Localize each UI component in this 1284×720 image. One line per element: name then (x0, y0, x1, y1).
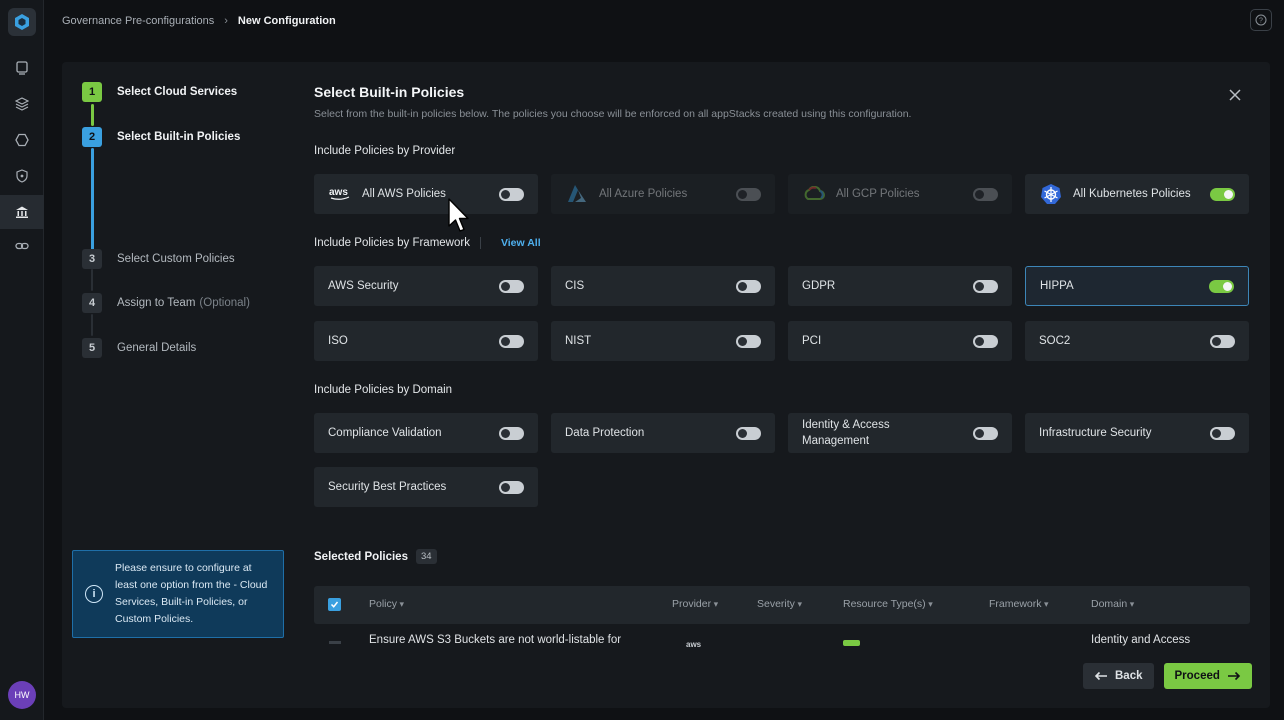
framework-card-soc2[interactable]: SOC2 (1025, 321, 1249, 361)
policies-content: Select Built-in Policies Select from the… (314, 62, 1254, 708)
step-assign-to-team[interactable]: 4 Assign to Team (Optional) (82, 293, 250, 313)
policies-table-header: Policy Provider Severity Resource Type(s… (314, 586, 1250, 624)
proceed-button[interactable]: Proceed (1163, 663, 1252, 689)
arrow-right-icon (1227, 671, 1241, 681)
table-row[interactable]: Ensure AWS S3 Buckets are not world-list… (314, 632, 1250, 648)
framework-card-aws-security[interactable]: AWS Security (314, 266, 538, 306)
breadcrumb-parent[interactable]: Governance Pre-configurations (62, 15, 214, 27)
toggle-data-protection[interactable] (736, 426, 761, 440)
gcp-logo-icon (802, 183, 826, 205)
provider-card-gcp[interactable]: All GCP Policies (788, 174, 1012, 214)
row-checkbox[interactable] (329, 641, 341, 644)
page-subtitle: Select from the built-in policies below.… (314, 108, 912, 120)
chevron-right-icon: › (224, 15, 228, 27)
toggle-soc2[interactable] (1210, 334, 1235, 348)
toggle-gdpr[interactable] (973, 279, 998, 293)
framework-card-hippa[interactable]: HIPPA (1025, 266, 1249, 306)
toggle-iso[interactable] (499, 334, 524, 348)
step-connector (91, 269, 93, 291)
page-title: Select Built-in Policies (314, 84, 465, 100)
kubernetes-logo-icon (1039, 183, 1063, 205)
provider-card-azure[interactable]: All Azure Policies (551, 174, 775, 214)
toggle-security-best-practices[interactable] (499, 480, 524, 494)
select-all-checkbox[interactable] (328, 598, 341, 611)
count-badge: 34 (415, 549, 437, 564)
shield-icon[interactable] (12, 166, 32, 186)
column-domain[interactable]: Domain (1091, 598, 1134, 610)
toggle-infrastructure-security[interactable] (1210, 426, 1235, 440)
info-icon: i (85, 585, 103, 603)
app-logo[interactable] (8, 8, 36, 36)
step-select-built-in-policies[interactable]: 2 Select Built-in Policies (82, 127, 240, 147)
row-policy: Ensure AWS S3 Buckets are not world-list… (369, 634, 622, 646)
aws-logo-icon: aws (328, 183, 352, 205)
aws-logo-icon: aws (686, 640, 702, 648)
step-general-details[interactable]: 5 General Details (82, 338, 196, 358)
svg-text:?: ? (1259, 18, 1263, 25)
breadcrumb-current: New Configuration (237, 15, 336, 27)
column-severity[interactable]: Severity (757, 598, 802, 610)
toggle-identity-access[interactable] (973, 426, 998, 440)
step-connector (91, 104, 94, 126)
step-connector (91, 148, 94, 260)
link-icon[interactable] (12, 236, 32, 256)
framework-section-title: Include Policies by Framework View All (314, 237, 541, 250)
back-button[interactable]: Back (1083, 663, 1154, 689)
column-policy[interactable]: Policy (369, 598, 404, 610)
wizard-footer: Back Proceed (1083, 663, 1252, 689)
framework-card-pci[interactable]: PCI (788, 321, 1012, 361)
toggle-aws-policies[interactable] (499, 187, 524, 201)
framework-card-nist[interactable]: NIST (551, 321, 775, 361)
domain-card-identity-access[interactable]: Identity & Access Management (788, 413, 1012, 453)
step-select-cloud-services[interactable]: 1 Select Cloud Services (82, 82, 237, 102)
dashboard-icon[interactable] (12, 58, 32, 78)
row-domain: Identity and Access (1091, 634, 1191, 646)
hexagon-icon[interactable] (12, 130, 32, 150)
governance-icon[interactable] (0, 195, 44, 229)
provider-section-title: Include Policies by Provider (314, 145, 456, 157)
provider-card-kubernetes[interactable]: All Kubernetes Policies (1025, 174, 1249, 214)
toggle-gcp-policies[interactable] (973, 187, 998, 201)
step-connector (91, 314, 93, 336)
domain-section-title: Include Policies by Domain (314, 384, 453, 396)
column-framework[interactable]: Framework (989, 598, 1049, 610)
framework-card-iso[interactable]: ISO (314, 321, 538, 361)
toggle-azure-policies[interactable] (736, 187, 761, 201)
wizard-panel: 1 Select Cloud Services 2 Select Built-i… (62, 62, 1270, 708)
side-rail: HW (0, 0, 44, 720)
help-icon[interactable]: ? (1250, 9, 1272, 31)
provider-card-aws[interactable]: aws All AWS Policies (314, 174, 538, 214)
divider (479, 237, 481, 249)
domain-card-infrastructure-security[interactable]: Infrastructure Security (1025, 413, 1249, 453)
toggle-cis[interactable] (736, 279, 761, 293)
column-resource-types[interactable]: Resource Type(s) (843, 598, 933, 610)
framework-card-gdpr[interactable]: GDPR (788, 266, 1012, 306)
step-select-custom-policies[interactable]: 3 Select Custom Policies (82, 249, 235, 269)
user-avatar[interactable]: HW (8, 681, 36, 709)
toggle-pci[interactable] (973, 334, 998, 348)
view-all-link[interactable]: View All (501, 237, 541, 249)
domain-card-data-protection[interactable]: Data Protection (551, 413, 775, 453)
toggle-hippa[interactable] (1209, 279, 1234, 293)
toggle-kubernetes-policies[interactable] (1210, 187, 1235, 201)
column-provider[interactable]: Provider (672, 598, 718, 610)
breadcrumb: Governance Pre-configurations › New Conf… (44, 0, 1284, 42)
toggle-aws-security[interactable] (499, 279, 524, 293)
layers-icon[interactable] (12, 94, 32, 114)
close-icon[interactable] (1226, 86, 1244, 104)
selected-policies-title: Selected Policies 34 (314, 549, 437, 564)
arrow-left-icon (1094, 671, 1107, 681)
mouse-cursor-icon (448, 198, 470, 239)
domain-card-security-best-practices[interactable]: Security Best Practices (314, 467, 538, 507)
toggle-compliance-validation[interactable] (499, 426, 524, 440)
domain-card-compliance-validation[interactable]: Compliance Validation (314, 413, 538, 453)
severity-badge (843, 640, 860, 646)
azure-logo-icon (565, 183, 589, 205)
info-notice: i Please ensure to configure at least on… (72, 550, 284, 638)
toggle-nist[interactable] (736, 334, 761, 348)
svg-text:aws: aws (329, 187, 348, 198)
framework-card-cis[interactable]: CIS (551, 266, 775, 306)
